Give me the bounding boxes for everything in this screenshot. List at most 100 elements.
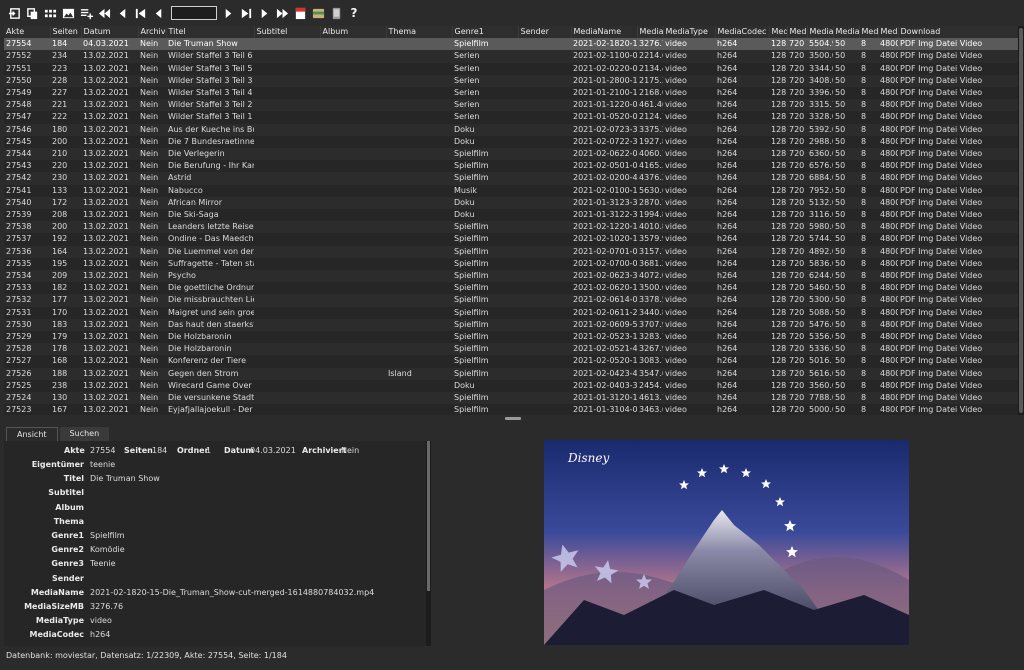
detail-field-value[interactable]: h264 [90,629,110,641]
column-header[interactable]: Seiten [50,26,82,39]
step-back-icon[interactable] [114,5,130,21]
detail-field-value[interactable]: 2021-02-1820-15-Die_Truman_Show-cut-merg… [90,587,374,599]
table-cell: 50 [833,135,859,149]
table-row[interactable]: 27548 221 13.02.2021 Nein Wilder Staffel 3 T… [4,99,1018,112]
table-row[interactable]: 27527 168 13.02.2021 Nein Konferenz der Tier… [4,355,1018,368]
table-row[interactable]: 27531 170 13.02.2021 Nein Maigret und sein g… [4,306,1018,319]
table-cell: 2214.6 [637,50,663,63]
table-row[interactable]: 27535 195 13.02.2021 Nein Suffragette - Tate… [4,257,1018,271]
table-scrollbar-thumb[interactable] [1019,28,1023,413]
column-header[interactable]: Akte [4,26,51,39]
table-cell: Wilder Staffel 3 Teil 5 [166,62,254,75]
fast-forward-icon[interactable] [274,5,290,21]
splitter-grip[interactable] [505,417,521,420]
table-row[interactable]: 27537 192 13.02.2021 Nein Ondine - Das Maedc… [4,233,1018,246]
detail-field-label: Album [55,502,84,512]
table-row[interactable]: 27549 227 13.02.2021 Nein Wilder Staffel 3 T… [4,87,1018,100]
table-cell: 13.02.2021 [81,160,138,173]
column-header[interactable]: Titel [166,26,255,39]
next-page-icon[interactable] [220,5,236,21]
tab-suchen[interactable]: Suchen [59,427,110,441]
table-row[interactable]: 27529 179 13.02.2021 Nein Die Holzbaronin Spi… [4,331,1018,344]
table-row[interactable]: 27533 182 13.02.2021 Nein Die goettliche Ord… [4,282,1018,295]
column-header[interactable]: Sender [518,26,572,39]
table-cell: h264 [715,123,769,136]
table-row[interactable]: 27547 222 13.02.2021 Nein Wilder Staffel 3 T… [4,111,1018,124]
table-scrollbar[interactable] [1018,26,1024,415]
table-row[interactable]: 27532 177 13.02.2021 Nein Die missbrauchten … [4,294,1018,307]
column-header[interactable]: MediaCodec [715,26,770,39]
rewind-icon[interactable] [96,5,112,21]
previous-page-icon[interactable] [150,5,166,21]
column-header[interactable]: Album [320,26,387,39]
table-cell: 6244.0 [807,270,833,283]
table-row[interactable]: 27544 210 13.02.2021 Nein Die Verlegerin Spie… [4,148,1018,161]
table-row[interactable]: 27543 220 13.02.2021 Nein Die Berufung - Ihr… [4,160,1018,173]
image-icon[interactable] [60,5,76,21]
detail-field-label: MediaName [30,587,84,597]
detail-field-value[interactable]: video [90,615,112,627]
table-row[interactable]: 27546 180 13.02.2021 Nein Aus der Kueche ins… [4,123,1018,136]
archive-icon[interactable] [310,5,326,21]
column-header[interactable]: MediaName [571,26,638,39]
import-icon[interactable] [6,5,22,21]
list-add-icon[interactable] [78,5,94,21]
table-row[interactable]: 27534 209 13.02.2021 Nein Psycho Spielfilm 202… [4,270,1018,283]
column-header[interactable]: Datum [81,26,139,39]
table-cell [386,257,452,271]
table-row[interactable]: 27526 188 13.02.2021 Nein Gegen den Strom Isl… [4,367,1018,380]
column-header[interactable]: Genre1 [452,26,519,39]
column-header[interactable]: Subtitel [254,26,321,39]
first-page-icon[interactable] [132,5,148,21]
table-row[interactable]: 27550 228 13.02.2021 Nein Wilder Staffel 3 T… [4,74,1018,88]
table-row[interactable]: 27530 183 13.02.2021 Nein Das haut den staer… [4,318,1018,332]
detail-field-value[interactable]: teenie [90,459,115,471]
table-cell: 720 [787,87,807,100]
table-row[interactable]: 27525 238 13.02.2021 Nein Wirecard Game Over… [4,379,1018,393]
copy-icon[interactable] [24,5,40,21]
table-row[interactable]: 27552 234 13.02.2021 Nein Wilder Staffel 3 T… [4,50,1018,63]
table-row[interactable]: 27540 172 13.02.2021 Nein African Mirror Doku… [4,196,1018,210]
table-row[interactable]: 27554 184 04.03.2021 Nein Die Truman Show Spi… [4,38,1018,51]
table-row[interactable]: 27523 167 13.02.2021 Nein Eyjafjallajoekull … [4,404,1018,415]
table-row[interactable]: 27545 200 13.02.2021 Nein Die 7 Bundesraetin… [4,135,1018,149]
column-header[interactable]: Media [878,26,899,39]
table-row[interactable]: 27528 178 13.02.2021 Nein Die Holzbaronin Spi… [4,343,1018,356]
detail-scrollbar[interactable] [426,441,431,646]
table-row[interactable]: 27551 223 13.02.2021 Nein Wilder Staffel 3 T… [4,62,1018,75]
media-preview[interactable]: Disney [544,440,909,645]
tab-ansicht[interactable]: Ansicht [6,427,58,442]
column-header[interactable]: Media [859,26,879,39]
column-header[interactable]: Download [898,26,1018,39]
detail-field-value[interactable]: 3276.76 [90,601,123,613]
detail-field-value[interactable]: Spielfilm [90,530,125,542]
table-row[interactable]: 27524 130 13.02.2021 Nein Die versunkene Sta… [4,392,1018,405]
detail-field-value[interactable]: Komödie [90,544,125,556]
table-cell: Spielfilm [452,404,518,415]
table-row[interactable]: 27538 200 13.02.2021 Nein Leanders letzte Re… [4,221,1018,234]
page-input[interactable] [171,6,217,20]
table-row[interactable]: 27539 208 13.02.2021 Nein Die Ski-Saga Doku 20… [4,209,1018,222]
column-header[interactable]: Media [787,26,808,39]
grid-icon[interactable] [42,5,58,21]
detail-field-value[interactable]: Die Truman Show [90,473,160,485]
table-row[interactable]: 27541 133 13.02.2021 Nein Nabucco Musik 2021-0… [4,184,1018,197]
column-header[interactable]: MediaType [663,26,716,39]
column-header[interactable]: Thema [386,26,453,39]
last-page-icon[interactable] [238,5,254,21]
pdf-icon[interactable] [292,5,308,21]
table-row[interactable]: 27536 164 13.02.2021 Nein Die Luemmel von de… [4,245,1018,258]
column-header[interactable]: Media [769,26,788,39]
detail-scrollbar-thumb[interactable] [427,441,430,591]
column-header[interactable]: MediaY [833,26,860,39]
column-header[interactable]: Archiviert [138,26,167,39]
table-row[interactable]: 27542 230 13.02.2021 Nein Astrid Spielfilm 202… [4,172,1018,185]
column-header[interactable]: MediaX [807,26,834,39]
table-cell [254,270,320,283]
column-header[interactable]: MediaSizeMB [637,26,664,39]
play-icon[interactable] [256,5,272,21]
help-icon[interactable]: ? [346,5,362,21]
detail-field-value[interactable]: Teenie [90,558,116,570]
phone-icon[interactable] [328,5,344,21]
pane-splitter[interactable] [0,415,1024,422]
